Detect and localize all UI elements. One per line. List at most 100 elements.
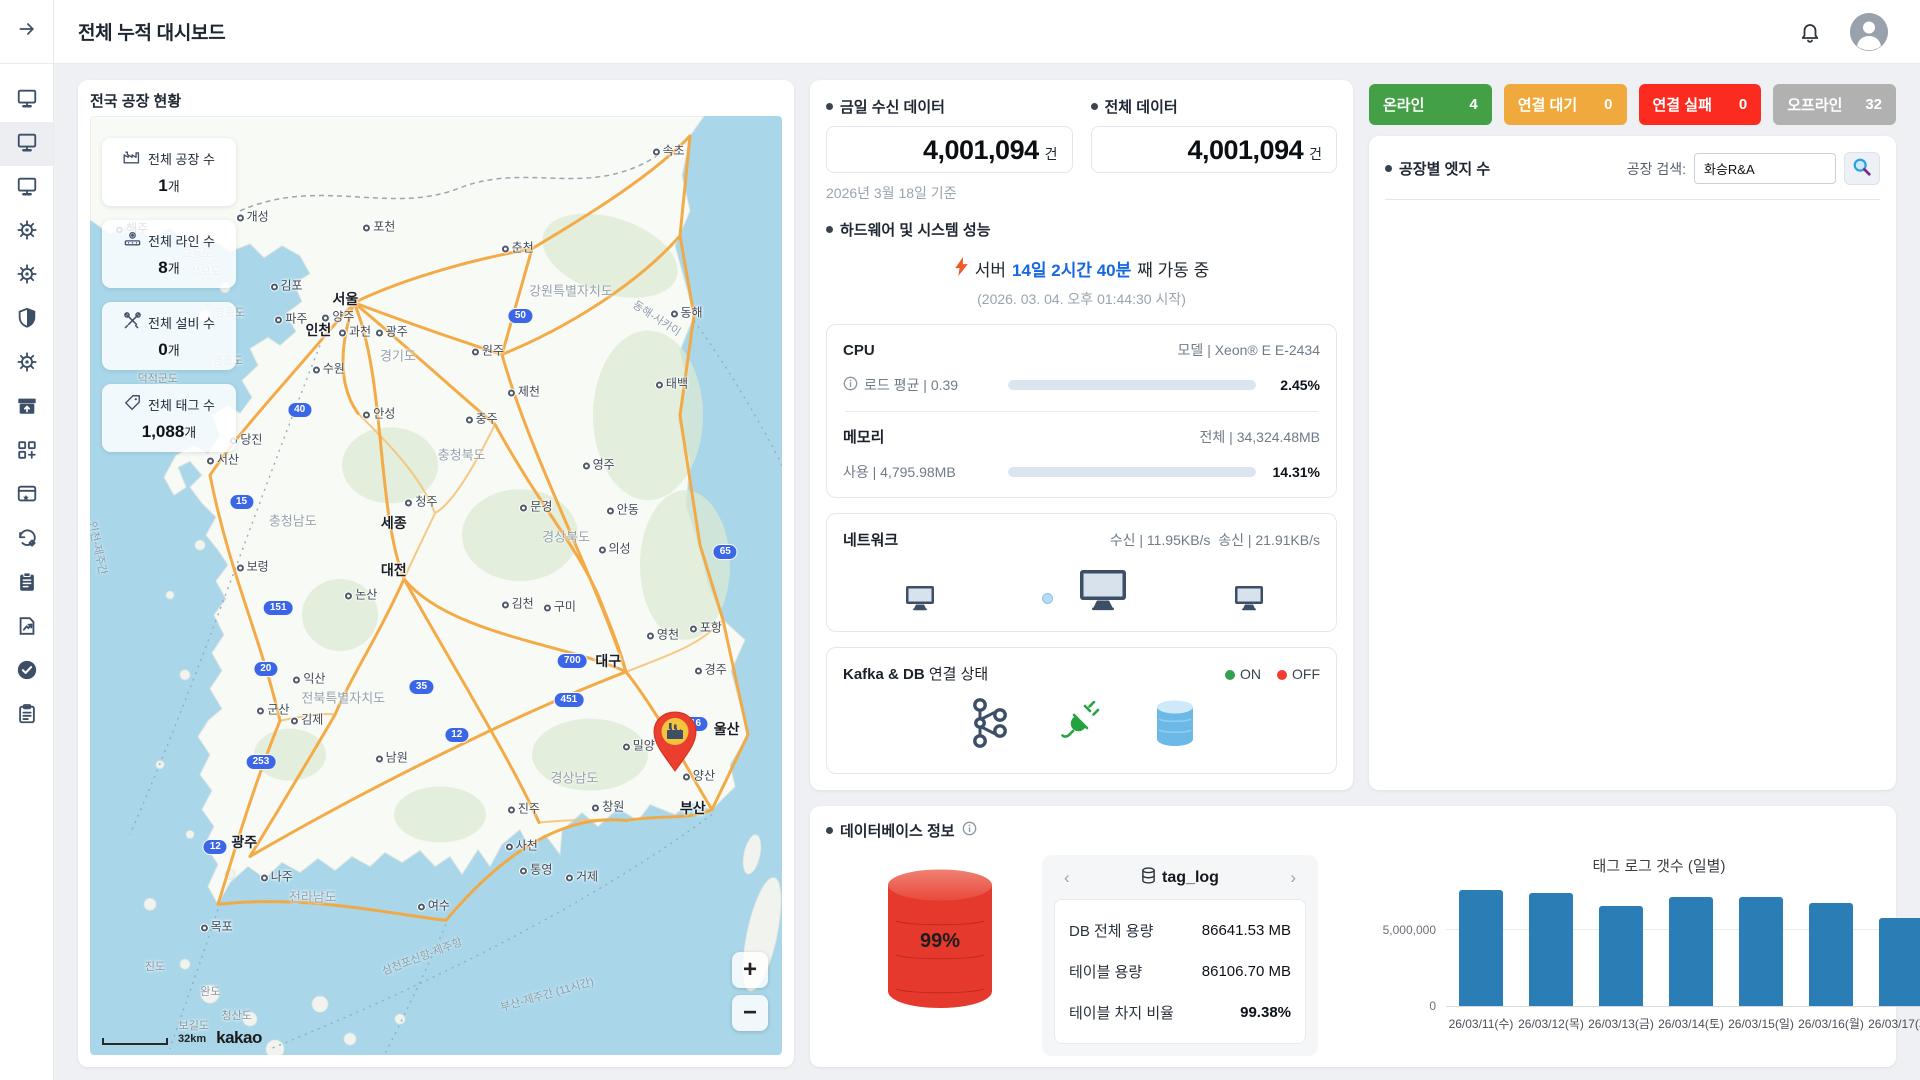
map-scalebar: 32km kakao (102, 1030, 262, 1045)
page-title: 전체 누적 대시보드 (78, 18, 225, 45)
search-button[interactable] (1844, 152, 1880, 185)
map-zoom-out-button[interactable]: − (732, 995, 768, 1031)
server-uptime: 서버 14일 2시간 40분 째 가동 중 (826, 256, 1337, 281)
chart-x-label: 26/03/16(월) (1796, 1015, 1866, 1032)
map-label-city: 포항 (690, 618, 722, 635)
map-label-island: 진도 (145, 958, 165, 974)
monitor-icon (16, 131, 38, 158)
sidebar-item-9[interactable] (0, 474, 53, 518)
chart-x-labels: 26/03/11(수)26/03/12(목)26/03/13(금) 26/03/1… (1446, 1015, 1920, 1032)
prev-table-button[interactable]: ‹ (1062, 868, 1072, 888)
map-label-region: 충청북도 (438, 445, 486, 464)
map-label-city: 파주 (275, 309, 307, 326)
check-circle-icon (16, 659, 38, 686)
tools-icon (123, 311, 142, 333)
sidebar-item-5[interactable] (0, 298, 53, 342)
sidebar-item-10[interactable] (0, 518, 53, 562)
map-stat-value: 0개 (110, 340, 228, 360)
korea-map[interactable]: 경기도강원특별자치도충청북도충청남도경상북도경상남도전북특별자치도전라남도교동도… (90, 116, 782, 1055)
status-badge-3: 오프라인32 (1773, 84, 1896, 125)
map-stat-label: 전체 태그 수 (148, 395, 215, 414)
sidebar-item-3[interactable] (0, 210, 53, 254)
map-label-city: 광주 (376, 323, 408, 340)
sidebar-item-11[interactable] (0, 562, 53, 606)
kafka-db-card: Kafka & DB 연결 상태 ON OFF (826, 647, 1337, 774)
notification-bell-icon[interactable] (1798, 20, 1822, 44)
sidebar-item-0[interactable] (0, 78, 53, 122)
search-icon (1852, 157, 1872, 180)
map-label-city: 태백 (656, 374, 688, 391)
map-label-city: 영천 (647, 626, 679, 643)
map-zoom-controls: + − (732, 952, 768, 1031)
edge-count-panel: 공장별 엣지 수 공장 검색: (1369, 136, 1896, 790)
map-label-city: 안동 (607, 501, 639, 518)
map-label-city: 과천 (339, 323, 371, 340)
map-label-city: 청주 (405, 492, 437, 509)
map-stat-value: 1,088개 (110, 422, 228, 442)
sidebar-item-1[interactable] (0, 122, 53, 166)
map-label-city: 제천 (508, 383, 540, 400)
chart-x-label: 26/03/13(금) (1586, 1015, 1656, 1032)
memory-total: 전체 | 34,324.48MB (1200, 427, 1320, 447)
sidebar-item-8[interactable] (0, 430, 53, 474)
monitor-icon (16, 175, 38, 202)
uptime-duration: 14일 2시간 40분 (1012, 256, 1131, 281)
browser-gear-icon (16, 483, 38, 510)
plug-icon (1061, 701, 1101, 750)
status-badge-label: 온라인 (1383, 94, 1424, 115)
cpu-load-label: 로드 평균 | 0.39 (843, 375, 1008, 395)
gear-icon (16, 263, 38, 290)
map-stat-label: 전체 설비 수 (148, 313, 215, 332)
map-panel-title: 전국 공장 현황 (90, 90, 782, 111)
map-label-city: 개성 (237, 207, 269, 224)
network-stats: 수신 | 11.95KB/s 송신 | 21.91KB/s (1110, 530, 1320, 550)
map-label-city: 통영 (520, 861, 552, 878)
map-stat-value: 1개 (110, 176, 228, 196)
chart-doc-icon (16, 615, 38, 642)
map-label-shield: 12 (203, 839, 228, 855)
next-table-button[interactable]: › (1288, 868, 1298, 888)
sidebar-toggle-button[interactable] (0, 0, 53, 64)
line-icon (123, 229, 142, 251)
map-label-city: 김천 (502, 595, 534, 612)
factory-map-marker[interactable] (649, 710, 701, 777)
chart-x-label: 26/03/11(수) (1446, 1015, 1516, 1032)
map-label-city: 거제 (566, 867, 598, 884)
memory-used-label: 사용 | 4,795.98MB (843, 462, 1008, 482)
map-label-island: 청산도 (222, 1007, 252, 1023)
chart-bars (1446, 880, 1920, 1006)
map-stat-label: 전체 라인 수 (148, 231, 215, 250)
map-label-region: 전북특별자치도 (301, 688, 385, 707)
map-label-region: 경기도 (380, 346, 416, 365)
grid-plus-icon (16, 439, 38, 466)
map-label-shield: 65 (713, 544, 738, 560)
db-info-icon[interactable] (962, 821, 977, 841)
map-label-shield: 15 (229, 494, 254, 510)
table-info-card: ‹ tag_log › DB 전체 용량86641.53 MB테이블 용량861… (1042, 855, 1318, 1056)
tag-log-chart: 태그 로그 갯수 (일별) 5,000,000 0 26/03/11(수)26/… (1374, 847, 1920, 1032)
sidebar-item-4[interactable] (0, 254, 53, 298)
sidebar-item-2[interactable] (0, 166, 53, 210)
sidebar-item-7[interactable] (0, 386, 53, 430)
map-label-shield: 451 (554, 692, 585, 708)
map-label-shield: 700 (557, 653, 588, 669)
chart-bar-26/03/16(월) (1809, 903, 1853, 1006)
sidebar-item-13[interactable] (0, 650, 53, 694)
map-zoom-in-button[interactable]: + (732, 952, 768, 988)
map-stat-label: 전체 공장 수 (148, 149, 215, 168)
chart-x-label: 26/03/12(목) (1516, 1015, 1586, 1032)
user-avatar[interactable] (1850, 13, 1888, 51)
factory-search-input[interactable] (1694, 153, 1836, 184)
sidebar-item-12[interactable] (0, 606, 53, 650)
map-label-island: 완도 (200, 983, 220, 999)
status-badge-label: 연결 대기 (1518, 94, 1577, 115)
network-card: 네트워크 수신 | 11.95KB/s 송신 | 21.91KB/s (826, 513, 1337, 632)
sidebar-item-6[interactable] (0, 342, 53, 386)
map-label-region: 충청남도 (269, 510, 317, 529)
map-stat-card-2: 전체 설비 수 0개 (102, 302, 236, 370)
sidebar-item-14[interactable] (0, 694, 53, 738)
map-label-shield: 253 (246, 754, 277, 770)
chart-bar-26/03/12(목) (1529, 893, 1573, 1006)
map-label-city: 안성 (363, 404, 395, 421)
table-icon (1141, 867, 1156, 889)
